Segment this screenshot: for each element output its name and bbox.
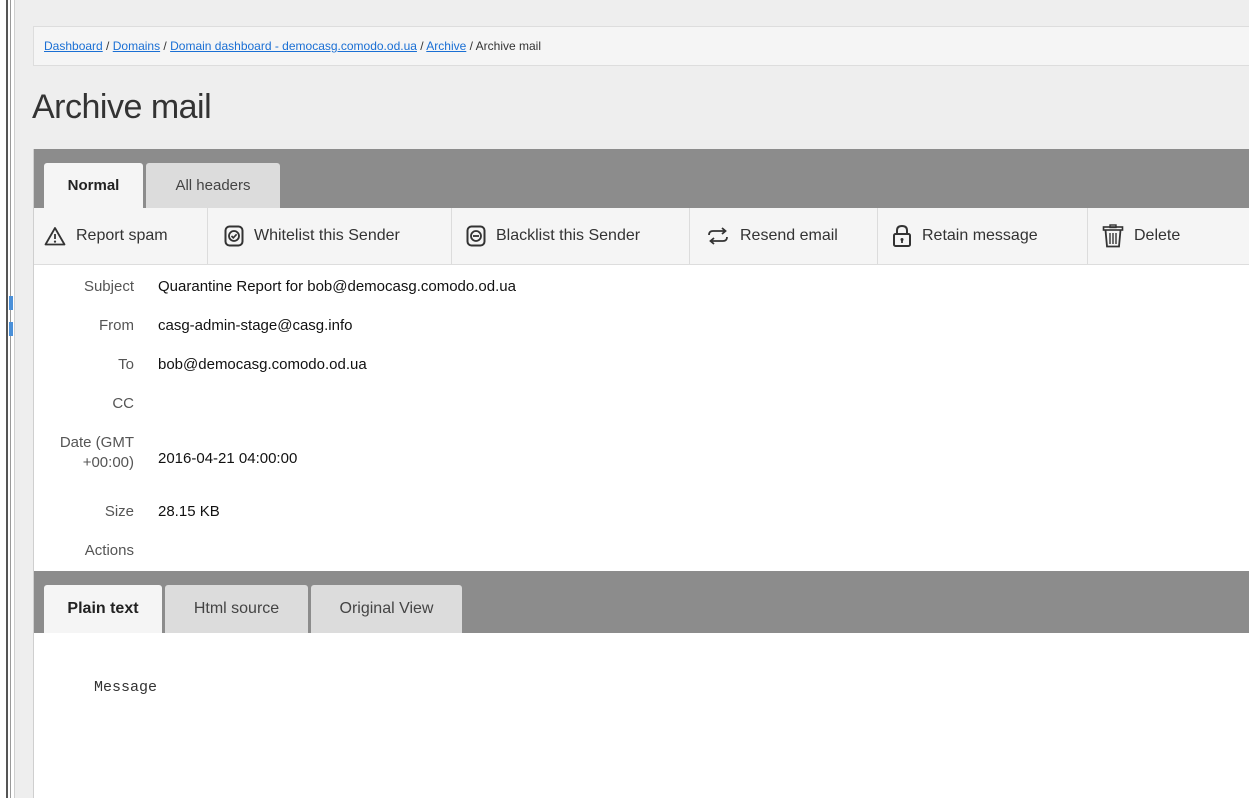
tab-html-source[interactable]: Html source [165,585,308,633]
whitelist-sender-label: Whitelist this Sender [254,227,400,244]
whitelist-sender-button[interactable]: Whitelist this Sender [208,208,452,264]
to-label: To [118,356,134,373]
lock-icon [893,224,911,247]
date-value: 2016-04-21 04:00:00 [158,450,298,467]
tab-normal[interactable]: Normal [44,163,143,208]
message-body: Message [34,633,1249,798]
from-label: From [99,317,134,334]
breadcrumb-link-archive[interactable]: Archive [426,39,466,53]
mail-panel: Normal All headers Report spam Whitelist… [33,149,1249,798]
size-label: Size [104,503,134,520]
trash-icon [1102,224,1124,248]
breadcrumb: Dashboard / Domains / Domain dashboard -… [33,26,1249,66]
shield-minus-icon [466,225,486,247]
breadcrumb-separator: / [160,39,171,53]
warning-triangle-icon [44,227,66,246]
to-value: bob@democasg.comodo.od.ua [158,356,367,373]
body-tabbar: Plain text Html source Original View [34,571,1249,633]
actions-label: Actions [84,542,134,559]
date-label-line1: Date (GMT [59,434,134,451]
frame-marker [9,322,13,336]
tab-original-view[interactable]: Original View [311,585,462,633]
blacklist-sender-button[interactable]: Blacklist this Sender [452,208,690,264]
breadcrumb-link-domains[interactable]: Domains [113,39,160,53]
subject-label: Subject [83,278,134,295]
blacklist-sender-label: Blacklist this Sender [496,227,641,244]
resend-arrows-icon [708,227,728,245]
resend-email-label: Resend email [740,227,838,244]
delete-button[interactable]: Delete [1088,208,1206,264]
header-tabbar: Normal All headers [34,149,1249,208]
page-container: Dashboard / Domains / Domain dashboard -… [14,0,1249,798]
retain-message-button[interactable]: Retain message [878,208,1088,264]
mail-toolbar: Report spam Whitelist this Sender Blackl… [34,208,1249,265]
cc-label: CC [112,395,134,412]
report-spam-label: Report spam [76,227,168,244]
delete-label: Delete [1134,227,1181,244]
subject-value: Quarantine Report for bob@democasg.comod… [158,278,516,295]
breadcrumb-current: Archive mail [475,39,541,53]
shield-check-icon [224,225,244,247]
date-label-line2: +00:00) [82,454,134,471]
retain-message-label: Retain message [922,227,1038,244]
breadcrumb-separator: / [416,39,427,53]
tab-plain-text[interactable]: Plain text [44,585,162,633]
breadcrumb-link-dashboard[interactable]: Dashboard [44,39,103,53]
report-spam-button[interactable]: Report spam [34,208,208,264]
message-text: Message [94,679,158,696]
breadcrumb-link-domain-dashboard[interactable]: Domain dashboard - democasg.comodo.od.ua [170,39,417,53]
date-label: Date (GMT +00:00) [34,433,134,473]
breadcrumb-separator: / [102,39,113,53]
size-value: 28.15 KB [158,503,220,520]
breadcrumb-separator: / [466,39,476,53]
window-frame-edge [0,0,13,798]
page-title: Archive mail [32,88,212,126]
frame-marker [9,296,13,310]
tab-all-headers[interactable]: All headers [146,163,280,208]
resend-email-button[interactable]: Resend email [690,208,878,264]
from-value: casg-admin-stage@casg.info [158,317,353,334]
